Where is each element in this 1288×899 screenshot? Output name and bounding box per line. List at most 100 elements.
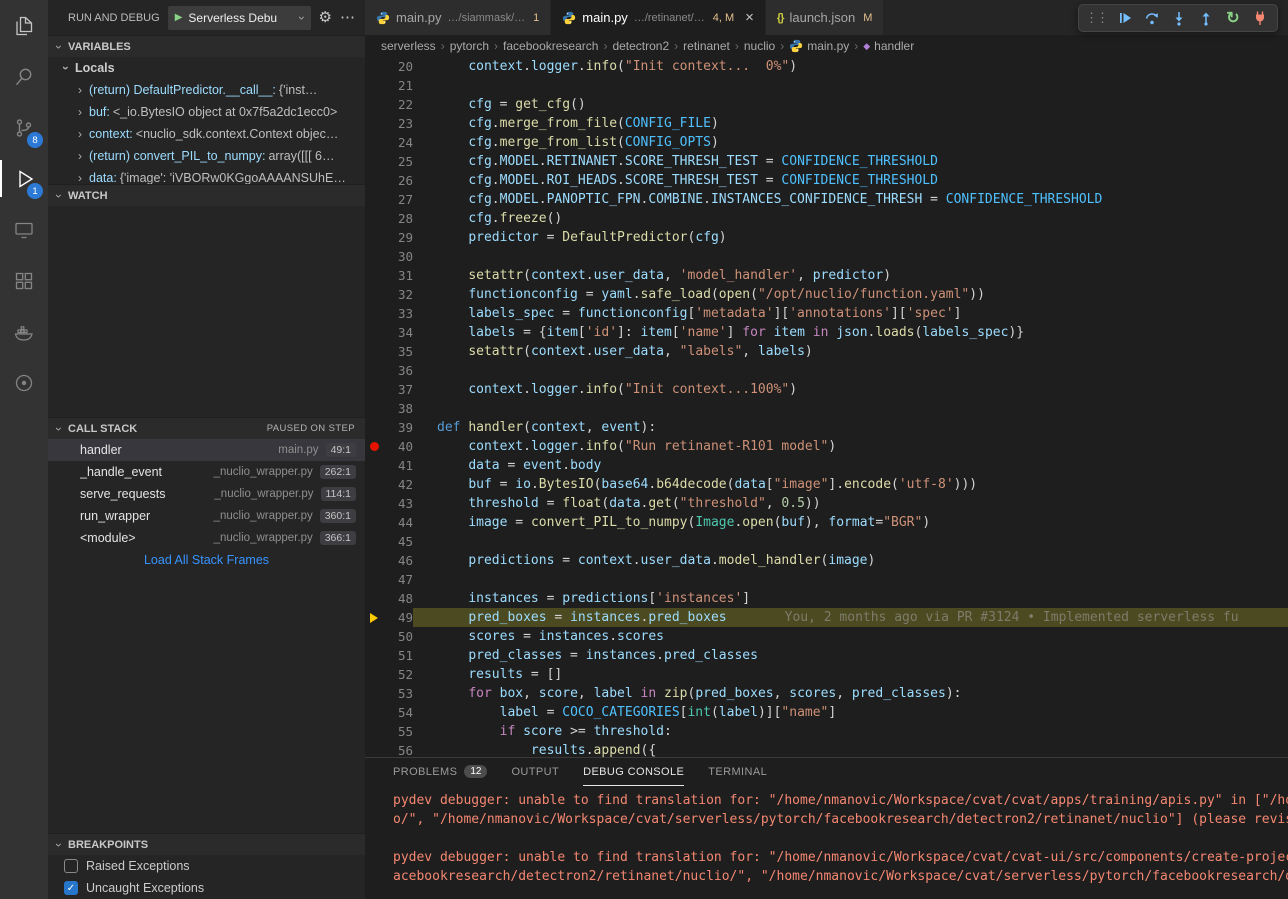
step-over-button[interactable] xyxy=(1140,6,1164,30)
gutter-margin[interactable] xyxy=(365,532,383,551)
gutter-margin[interactable] xyxy=(365,608,383,627)
tab-main.py[interactable]: main.py…/siammask/…1 xyxy=(365,0,551,35)
code-line[interactable]: 38 xyxy=(365,399,1288,418)
gutter-margin[interactable] xyxy=(365,152,383,171)
breadcrumb-item[interactable]: ◆handler xyxy=(863,39,914,53)
gutter-margin[interactable] xyxy=(365,57,383,76)
code-line[interactable]: 41 data = event.body xyxy=(365,456,1288,475)
code-line[interactable]: 39def handler(context, event): xyxy=(365,418,1288,437)
gutter-margin[interactable] xyxy=(365,589,383,608)
more-actions-icon[interactable]: ⋯ xyxy=(340,10,355,25)
checkbox-checked-icon[interactable]: ✓ xyxy=(64,881,78,895)
code-line[interactable]: 35 setattr(context.user_data, "labels", … xyxy=(365,342,1288,361)
code-editor[interactable]: 20 context.logger.info("Init context... … xyxy=(365,57,1288,757)
run-and-debug-icon[interactable]: 1 xyxy=(0,153,48,204)
gutter-margin[interactable] xyxy=(365,323,383,342)
panel-tab-terminal[interactable]: TERMINAL xyxy=(708,758,767,786)
source-control-icon[interactable]: 8 xyxy=(0,102,48,153)
disconnect-button[interactable] xyxy=(1248,6,1272,30)
gutter-margin[interactable] xyxy=(365,627,383,646)
code-line[interactable]: 44 image = convert_PIL_to_numpy(Image.op… xyxy=(365,513,1288,532)
code-line[interactable]: 46 predictions = context.user_data.model… xyxy=(365,551,1288,570)
docker-icon[interactable] xyxy=(0,306,48,357)
code-line[interactable]: 33 labels_spec = functionconfig['metadat… xyxy=(365,304,1288,323)
watch-section-header[interactable]: › WATCH xyxy=(48,184,365,206)
code-line[interactable]: 52 results = [] xyxy=(365,665,1288,684)
gutter-margin[interactable] xyxy=(365,190,383,209)
gutter-margin[interactable] xyxy=(365,494,383,513)
step-into-button[interactable] xyxy=(1167,6,1191,30)
tab-main.py[interactable]: main.py…/retinanet/…4, M× xyxy=(551,0,766,35)
gutter-margin[interactable] xyxy=(365,209,383,228)
gutter-margin[interactable] xyxy=(365,703,383,722)
gutter-margin[interactable] xyxy=(365,95,383,114)
gutter-margin[interactable] xyxy=(365,304,383,323)
gutter-margin[interactable] xyxy=(365,741,383,757)
gutter-margin[interactable] xyxy=(365,646,383,665)
panel-tab-output[interactable]: OUTPUT xyxy=(511,758,559,786)
remote-explorer-icon[interactable] xyxy=(0,204,48,255)
gutter-margin[interactable] xyxy=(365,437,383,456)
gutter-margin[interactable] xyxy=(365,114,383,133)
toolbar-drag-handle[interactable]: ⋮⋮ xyxy=(1084,10,1110,26)
breakpoint-row[interactable]: ✓Uncaught Exceptions xyxy=(48,877,365,899)
stack-frame-row[interactable]: serve_requests_nuclio_wrapper.py114:1 xyxy=(48,483,365,505)
stack-frame-row[interactable]: handlermain.py49:1 xyxy=(48,439,365,461)
code-line[interactable]: 31 setattr(context.user_data, 'model_han… xyxy=(365,266,1288,285)
gutter-margin[interactable] xyxy=(365,133,383,152)
code-line[interactable]: 24 cfg.merge_from_list(CONFIG_OPTS) xyxy=(365,133,1288,152)
gutter-margin[interactable] xyxy=(365,418,383,437)
close-icon[interactable]: × xyxy=(745,10,754,25)
code-line[interactable]: 22 cfg = get_cfg() xyxy=(365,95,1288,114)
search-icon[interactable] xyxy=(0,51,48,102)
extensions-icon[interactable] xyxy=(0,255,48,306)
start-debug-icon[interactable]: ▶ xyxy=(175,12,183,23)
variables-section-header[interactable]: › VARIABLES xyxy=(48,35,365,57)
breadcrumb-item[interactable]: pytorch xyxy=(450,39,489,53)
code-line[interactable]: 48 instances = predictions['instances'] xyxy=(365,589,1288,608)
code-line[interactable]: 28 cfg.freeze() xyxy=(365,209,1288,228)
code-line[interactable]: 36 xyxy=(365,361,1288,380)
breadcrumb-item[interactable]: nuclio xyxy=(744,39,775,53)
code-line[interactable]: 51 pred_classes = instances.pred_classes xyxy=(365,646,1288,665)
call-stack-section-header[interactable]: › CALL STACK PAUSED ON STEP xyxy=(48,417,365,439)
gutter-margin[interactable] xyxy=(365,171,383,190)
gutter-margin[interactable] xyxy=(365,551,383,570)
code-line[interactable]: 42 buf = io.BytesIO(base64.b64decode(dat… xyxy=(365,475,1288,494)
code-line[interactable]: 34 labels = {item['id']: item['name'] fo… xyxy=(365,323,1288,342)
breadcrumb-item[interactable]: retinanet xyxy=(683,39,730,53)
gear-icon[interactable]: ⚙ xyxy=(319,10,332,25)
breadcrumb-item[interactable]: facebookresearch xyxy=(503,39,598,53)
gutter-margin[interactable] xyxy=(365,570,383,589)
code-line[interactable]: 29 predictor = DefaultPredictor(cfg) xyxy=(365,228,1288,247)
restart-button[interactable]: ↻ xyxy=(1221,6,1245,30)
code-line[interactable]: 56 results.append({ xyxy=(365,741,1288,757)
gutter-margin[interactable] xyxy=(365,684,383,703)
code-line[interactable]: 55 if score >= threshold: xyxy=(365,722,1288,741)
code-line[interactable]: 23 cfg.merge_from_file(CONFIG_FILE) xyxy=(365,114,1288,133)
code-line[interactable]: 43 threshold = float(data.get("threshold… xyxy=(365,494,1288,513)
code-line[interactable]: 21 xyxy=(365,76,1288,95)
step-out-button[interactable] xyxy=(1194,6,1218,30)
gutter-margin[interactable] xyxy=(365,228,383,247)
stack-frame-row[interactable]: _handle_event_nuclio_wrapper.py262:1 xyxy=(48,461,365,483)
debug-console-output[interactable]: pydev debugger: unable to find translati… xyxy=(365,786,1288,899)
gutter-margin[interactable] xyxy=(365,722,383,741)
gutter-margin[interactable] xyxy=(365,247,383,266)
code-line[interactable]: 25 cfg.MODEL.RETINANET.SCORE_THRESH_TEST… xyxy=(365,152,1288,171)
code-line[interactable]: 40 context.logger.info("Run retinanet-R1… xyxy=(365,437,1288,456)
code-line[interactable]: 30 xyxy=(365,247,1288,266)
variable-row[interactable]: ›context:<nuclio_sdk.context.Context obj… xyxy=(48,123,365,145)
gutter-margin[interactable] xyxy=(365,76,383,95)
code-line[interactable]: 47 xyxy=(365,570,1288,589)
breakpoint-row[interactable]: Raised Exceptions xyxy=(48,855,365,877)
code-line[interactable]: 50 scores = instances.scores xyxy=(365,627,1288,646)
explorer-icon[interactable] xyxy=(0,0,48,51)
breadcrumb-item[interactable]: main.py xyxy=(789,39,849,53)
stack-frame-row[interactable]: run_wrapper_nuclio_wrapper.py360:1 xyxy=(48,505,365,527)
checkbox-unchecked-icon[interactable] xyxy=(64,859,78,873)
code-line[interactable]: 53 for box, score, label in zip(pred_box… xyxy=(365,684,1288,703)
debug-config-dropdown[interactable]: ▶ Serverless Debu › xyxy=(168,6,311,30)
variable-row[interactable]: ›(return) DefaultPredictor.__call__:{'in… xyxy=(48,79,365,101)
gutter-margin[interactable] xyxy=(365,456,383,475)
